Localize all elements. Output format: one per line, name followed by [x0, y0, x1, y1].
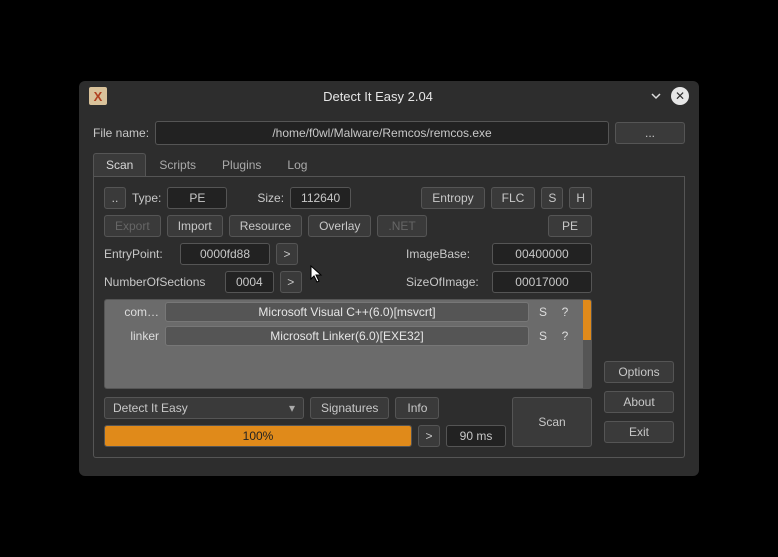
numsections-field[interactable]: 0004 — [225, 271, 274, 293]
entrypoint-field[interactable]: 0000fd88 — [180, 243, 270, 265]
scrollbar[interactable] — [583, 300, 591, 388]
sizeofimage-label: SizeOfImage: — [406, 275, 486, 289]
mode-select[interactable]: Detect It Easy ▾ — [104, 397, 304, 419]
close-icon[interactable]: ✕ — [671, 87, 689, 105]
result-help-button[interactable]: ? — [557, 305, 573, 319]
result-list: com… Microsoft Visual C++(6.0)[msvcrt] S… — [104, 299, 592, 389]
panel-main: .. Type: PE Size: 112640 Entropy FLC S H… — [104, 187, 592, 447]
progress-go-button[interactable]: > — [418, 425, 440, 447]
sizeofimage-field[interactable]: 00017000 — [492, 271, 592, 293]
result-type: linker — [109, 329, 159, 343]
type-field[interactable]: PE — [167, 187, 227, 209]
result-s-button[interactable]: S — [535, 305, 551, 319]
tab-plugins[interactable]: Plugins — [209, 153, 274, 176]
side-buttons: Options About Exit — [604, 187, 674, 447]
scan-panel: .. Type: PE Size: 112640 Entropy FLC S H… — [93, 177, 685, 458]
app-icon: X — [89, 87, 107, 105]
exit-button[interactable]: Exit — [604, 421, 674, 443]
content-area: File name: /home/f0wl/Malware/Remcos/rem… — [79, 111, 699, 476]
mode-select-label: Detect It Easy — [113, 401, 188, 415]
cursor-icon — [310, 265, 326, 285]
file-row: File name: /home/f0wl/Malware/Remcos/rem… — [93, 121, 685, 145]
overlay-button[interactable]: Overlay — [308, 215, 371, 237]
tab-log[interactable]: Log — [274, 153, 320, 176]
signatures-button[interactable]: Signatures — [310, 397, 389, 419]
net-button: .NET — [377, 215, 426, 237]
result-row: com… Microsoft Visual C++(6.0)[msvcrt] S… — [105, 300, 591, 324]
numsections-go-button[interactable]: > — [280, 271, 302, 293]
numsections-label: NumberOfSections — [104, 275, 219, 289]
scrollbar-thumb[interactable] — [583, 300, 591, 340]
result-value[interactable]: Microsoft Visual C++(6.0)[msvcrt] — [165, 302, 529, 322]
app-window: X Detect It Easy 2.04 ✕ File name: /home… — [79, 81, 699, 476]
size-label: Size: — [257, 191, 284, 205]
result-type: com… — [109, 305, 159, 319]
imagebase-label: ImageBase: — [406, 247, 486, 261]
result-help-button[interactable]: ? — [557, 329, 573, 343]
minimize-icon[interactable] — [647, 87, 665, 105]
resource-button[interactable]: Resource — [229, 215, 302, 237]
result-s-button[interactable]: S — [535, 329, 551, 343]
chevron-down-icon: ▾ — [289, 401, 295, 415]
filename-input[interactable]: /home/f0wl/Malware/Remcos/remcos.exe — [155, 121, 609, 145]
options-button[interactable]: Options — [604, 361, 674, 383]
about-button[interactable]: About — [604, 391, 674, 413]
import-button[interactable]: Import — [167, 215, 223, 237]
type-label: Type: — [132, 191, 161, 205]
export-button: Export — [104, 215, 161, 237]
scan-button[interactable]: Scan — [512, 397, 592, 447]
h-button[interactable]: H — [569, 187, 592, 209]
tab-bar: Scan Scripts Plugins Log — [93, 153, 685, 177]
browse-button[interactable]: ... — [615, 122, 685, 144]
progress-text: 100% — [105, 426, 411, 446]
info-button[interactable]: Info — [395, 397, 439, 419]
size-field[interactable]: 112640 — [290, 187, 351, 209]
s-button[interactable]: S — [541, 187, 563, 209]
window-title: Detect It Easy 2.04 — [115, 89, 641, 104]
flc-button[interactable]: FLC — [491, 187, 536, 209]
tab-scripts[interactable]: Scripts — [146, 153, 209, 176]
imagebase-field[interactable]: 00400000 — [492, 243, 592, 265]
scan-time-field: 90 ms — [446, 425, 506, 447]
pe-button[interactable]: PE — [548, 215, 592, 237]
entrypoint-label: EntryPoint: — [104, 247, 174, 261]
titlebar: X Detect It Easy 2.04 ✕ — [79, 81, 699, 111]
tab-scan[interactable]: Scan — [93, 153, 146, 176]
progress-bar: 100% — [104, 425, 412, 447]
filename-label: File name: — [93, 126, 149, 140]
result-row: linker Microsoft Linker(6.0)[EXE32] S ? — [105, 324, 591, 348]
entropy-button[interactable]: Entropy — [421, 187, 484, 209]
entrypoint-go-button[interactable]: > — [276, 243, 298, 265]
result-value[interactable]: Microsoft Linker(6.0)[EXE32] — [165, 326, 529, 346]
updir-button[interactable]: .. — [104, 187, 126, 209]
